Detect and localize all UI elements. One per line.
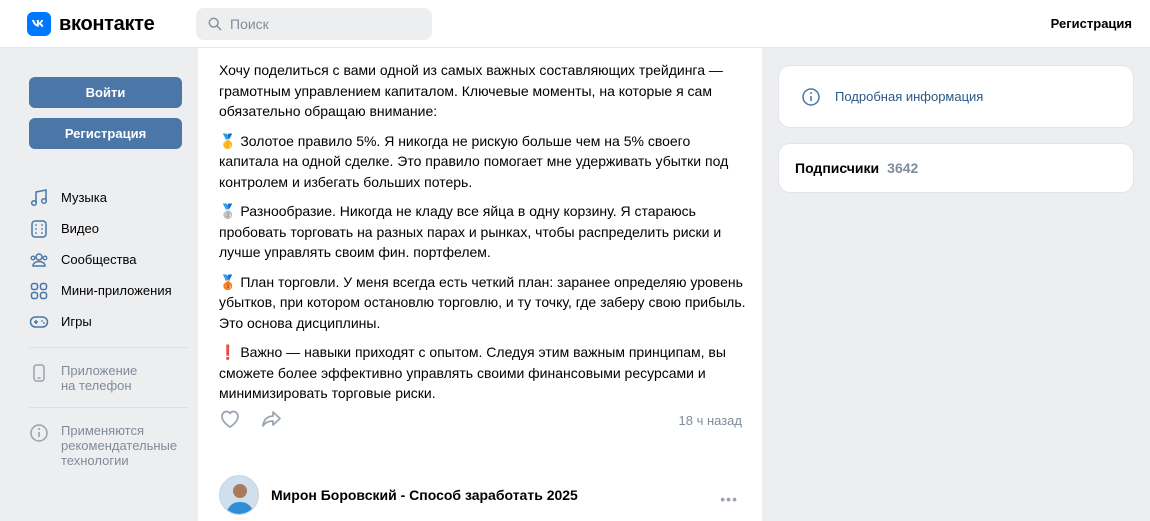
post-timestamp[interactable]: 18 ч назад [679,413,743,428]
sidebar-divider [29,347,188,348]
details-card[interactable]: Подробная информация [778,65,1134,128]
share-icon[interactable] [260,407,284,431]
video-icon [31,219,47,238]
search-box[interactable] [196,8,432,40]
apps-icon [30,282,48,299]
post-paragraph: 🥇 Золотое правило 5%. Я никогда не риску… [219,132,729,190]
like-icon[interactable] [218,407,242,431]
post-paragraph: 🥈 Разнообразие. Никогда не кладу все яйц… [219,203,722,260]
sidebar-item-label: Музыка [61,190,107,205]
logo-text: вконтакте [59,12,155,35]
left-sidebar: Войти Регистрация Музыка Видео Сообществ… [29,77,188,468]
sidebar-divider [29,407,188,408]
sidebar-app-phone[interactable]: Приложение на телефон [29,363,188,393]
register-button[interactable]: Регистрация [29,118,182,149]
search-input[interactable] [230,16,420,32]
avatar[interactable] [219,475,259,515]
music-icon [30,188,48,206]
info-icon [30,424,48,442]
vk-logo-icon [27,12,51,36]
info-icon [802,87,820,106]
sidebar-item-communities[interactable]: Сообщества [29,244,188,275]
sidebar-recommend-tech[interactable]: Применяются рекомендательные технологии [29,423,188,468]
phone-icon [33,364,45,382]
post-paragraph: 🥉 План торговли. У меня всегда есть четк… [219,273,746,331]
sidebar-item-label: Мини-приложения [61,283,172,298]
subscribers-card[interactable]: Подписчики 3642 [778,143,1134,193]
post-card: Хочу поделиться с вами одной из самых ва… [198,48,762,521]
communities-icon [30,252,48,267]
sidebar-item-label: Видео [61,221,99,236]
details-link[interactable]: Подробная информация [835,89,983,104]
post-actions [218,407,284,431]
subscribers-count: 3642 [887,160,919,176]
next-post-title[interactable]: Мирон Боровский - Способ заработать 2025 [271,487,578,503]
login-button[interactable]: Войти [29,77,182,108]
top-header: вконтакте Регистрация [0,0,1150,48]
post-text: Хочу поделиться с вами одной из самых ва… [219,60,749,413]
header-register-link[interactable]: Регистрация [1051,16,1132,31]
search-icon [208,17,222,31]
sidebar-item-label: Игры [61,314,92,329]
post-paragraph: ❗ Важно — навыки приходят с опытом. След… [219,344,726,401]
sidebar-item-label: Сообщества [61,252,137,267]
sidebar-app-phone-label: Приложение на телефон [61,363,138,393]
more-options-icon[interactable]: ••• [720,491,738,507]
sidebar-nav: Музыка Видео Сообщества Мини-приложения … [29,182,188,337]
sidebar-item-music[interactable]: Музыка [29,182,188,213]
gamepad-icon [29,315,49,328]
next-post-header: Мирон Боровский - Способ заработать 2025 [219,475,578,515]
post-paragraph: Хочу поделиться с вами одной из самых ва… [219,62,723,119]
vk-logo[interactable]: вконтакте [27,12,155,36]
sidebar-recommend-tech-label: Применяются рекомендательные технологии [61,423,178,468]
sidebar-item-apps[interactable]: Мини-приложения [29,275,188,306]
subscribers-label: Подписчики [795,160,880,176]
sidebar-item-games[interactable]: Игры [29,306,188,337]
sidebar-item-video[interactable]: Видео [29,213,188,244]
